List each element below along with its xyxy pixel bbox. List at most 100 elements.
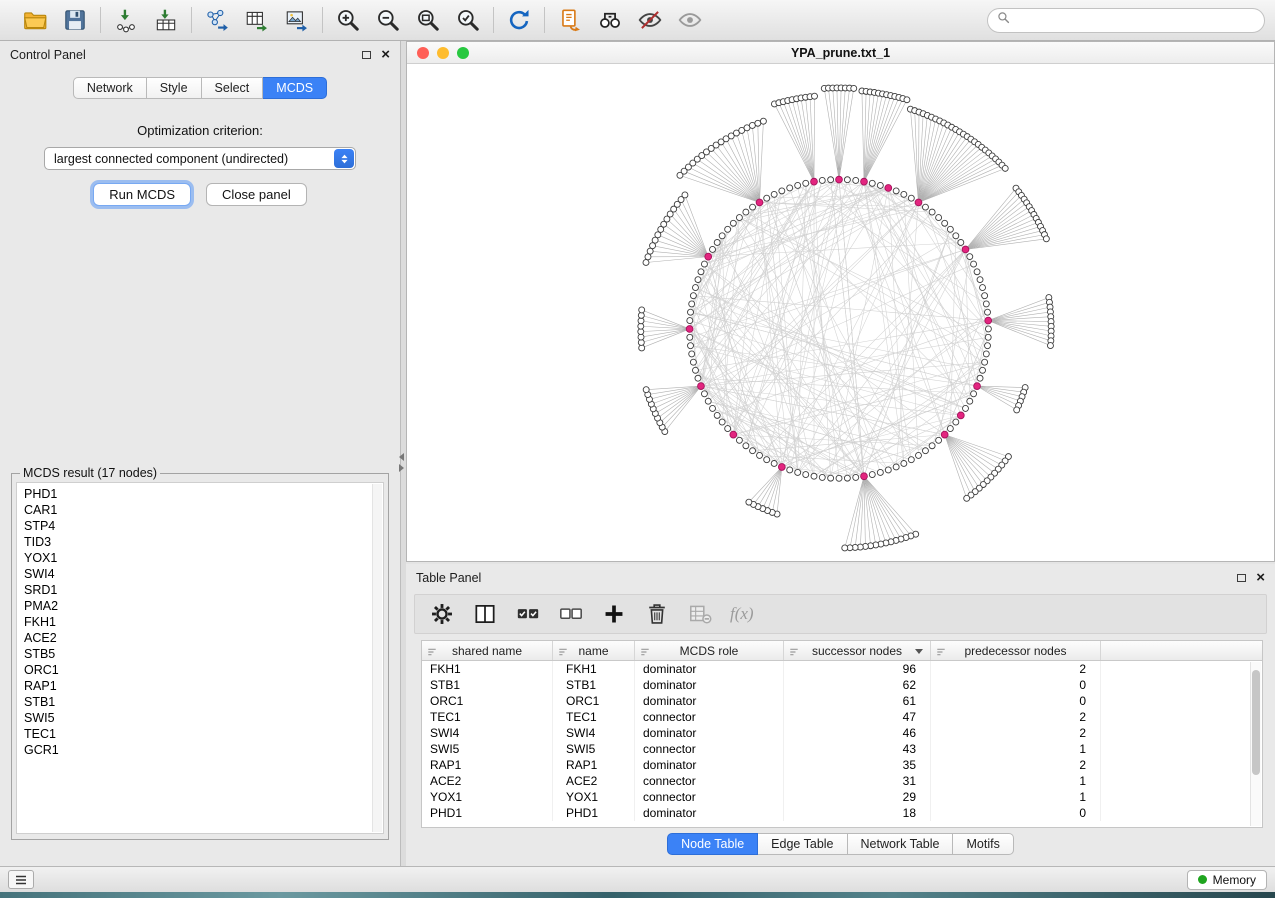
gear-icon[interactable] <box>429 601 455 627</box>
result-list-item[interactable]: YOX1 <box>17 550 383 566</box>
share-document-icon[interactable] <box>552 4 588 36</box>
refresh-icon[interactable] <box>501 4 537 36</box>
table-row[interactable]: SWI4SWI4dominator462 <box>422 725 1262 741</box>
result-list-item[interactable]: PHD1 <box>17 486 383 502</box>
table-cell: 1 <box>931 741 1101 757</box>
result-list-item[interactable]: TEC1 <box>17 726 383 742</box>
result-list-item[interactable]: ORC1 <box>17 662 383 678</box>
search-field[interactable] <box>987 8 1265 33</box>
result-list-item[interactable]: STB5 <box>17 646 383 662</box>
result-list-item[interactable]: SWI4 <box>17 566 383 582</box>
table-cell: dominator <box>635 757 784 773</box>
network-graph[interactable] <box>407 64 1274 561</box>
show-all-icon[interactable] <box>672 4 708 36</box>
result-list-scrollbar[interactable] <box>372 484 382 832</box>
column-header-successor-nodes[interactable]: successor nodes <box>784 641 931 660</box>
table-cell: 31 <box>784 773 931 789</box>
column-header-filler <box>1101 641 1262 660</box>
table-row[interactable]: STB1STB1dominator620 <box>422 677 1262 693</box>
open-session-icon[interactable] <box>17 4 53 36</box>
table-row[interactable]: RAP1RAP1dominator352 <box>422 757 1262 773</box>
column-header-predecessor-nodes[interactable]: predecessor nodes <box>931 641 1101 660</box>
export-image-icon[interactable] <box>279 4 315 36</box>
tab-motifs[interactable]: Motifs <box>953 833 1013 855</box>
status-bar: Memory <box>0 866 1275 892</box>
tab-node-table[interactable]: Node Table <box>667 833 758 855</box>
function-builder-button[interactable]: f(x) <box>730 604 754 624</box>
tab-network[interactable]: Network <box>73 77 147 99</box>
add-row-icon[interactable] <box>601 601 627 627</box>
first-neighbors-icon[interactable] <box>592 4 628 36</box>
result-list-item[interactable]: GCR1 <box>17 742 383 758</box>
table-scrollbar-thumb[interactable] <box>1252 670 1260 775</box>
column-header-mcds-role[interactable]: MCDS role <box>635 641 784 660</box>
close-table-panel-icon[interactable]: × <box>1256 573 1265 583</box>
splitter-collapse-arrows[interactable] <box>399 453 404 472</box>
table-row[interactable]: PHD1PHD1dominator180 <box>422 805 1262 821</box>
result-list-item[interactable]: SWI5 <box>17 710 383 726</box>
window-maximize-icon[interactable] <box>457 47 469 59</box>
export-network-icon[interactable] <box>199 4 235 36</box>
columns-icon[interactable] <box>472 601 498 627</box>
zoom-selected-icon[interactable] <box>450 4 486 36</box>
table-cell: STB1 <box>422 677 553 693</box>
panel-menu-button[interactable] <box>8 870 34 889</box>
table-cell: 0 <box>931 693 1101 709</box>
zoom-in-icon[interactable] <box>330 4 366 36</box>
tab-style[interactable]: Style <box>147 77 202 99</box>
table-row[interactable]: TEC1TEC1connector472 <box>422 709 1262 725</box>
table-cell: ACE2 <box>422 773 553 789</box>
mcds-result-list: PHD1CAR1STP4TID3YOX1SWI4SRD1PMA2FKH1ACE2… <box>16 482 384 834</box>
result-list-item[interactable]: CAR1 <box>17 502 383 518</box>
result-list-item[interactable]: RAP1 <box>17 678 383 694</box>
import-network-icon[interactable] <box>108 4 144 36</box>
network-window-titlebar[interactable]: YPA_prune.txt_1 <box>407 42 1274 64</box>
result-list-item[interactable]: TID3 <box>17 534 383 550</box>
zoom-fit-icon[interactable] <box>410 4 446 36</box>
close-panel-button[interactable]: Close panel <box>206 183 307 206</box>
result-list-item[interactable]: PMA2 <box>17 598 383 614</box>
column-header-shared-name[interactable]: shared name <box>422 641 553 660</box>
network-canvas[interactable] <box>407 64 1274 561</box>
result-list-item[interactable]: FKH1 <box>17 614 383 630</box>
table-row[interactable]: ORC1ORC1dominator610 <box>422 693 1262 709</box>
save-session-icon[interactable] <box>57 4 93 36</box>
run-mcds-button[interactable]: Run MCDS <box>93 183 191 206</box>
column-header-name[interactable]: name <box>553 641 635 660</box>
result-list-item[interactable]: ACE2 <box>17 630 383 646</box>
tab-network-table[interactable]: Network Table <box>848 833 954 855</box>
table-row[interactable]: FKH1FKH1dominator962 <box>422 661 1262 677</box>
table-cell: RAP1 <box>422 757 553 773</box>
toolbar-group <box>323 4 493 36</box>
result-list-item[interactable]: SRD1 <box>17 582 383 598</box>
table-cell: 18 <box>784 805 931 821</box>
tab-select[interactable]: Select <box>202 77 264 99</box>
tab-mcds[interactable]: MCDS <box>263 77 327 99</box>
table-cell: 35 <box>784 757 931 773</box>
table-row[interactable]: SWI5SWI5connector431 <box>422 741 1262 757</box>
result-list-item[interactable]: STB1 <box>17 694 383 710</box>
tab-edge-table[interactable]: Edge Table <box>758 833 847 855</box>
float-table-panel-icon[interactable] <box>1237 574 1246 582</box>
export-table-icon[interactable] <box>239 4 275 36</box>
table-cell: connector <box>635 773 784 789</box>
table-scrollbar[interactable] <box>1250 662 1261 826</box>
delete-row-icon[interactable] <box>644 601 670 627</box>
deselect-all-icon[interactable] <box>558 601 584 627</box>
close-panel-icon[interactable]: × <box>381 50 390 60</box>
zoom-out-icon[interactable] <box>370 4 406 36</box>
select-all-icon[interactable] <box>515 601 541 627</box>
column-options-icon <box>427 646 437 660</box>
hide-selected-icon[interactable] <box>632 4 668 36</box>
float-panel-icon[interactable] <box>362 51 371 59</box>
table-row[interactable]: ACE2ACE2connector311 <box>422 773 1262 789</box>
delete-column-icon[interactable] <box>687 601 713 627</box>
window-close-icon[interactable] <box>417 47 429 59</box>
result-list-item[interactable]: STP4 <box>17 518 383 534</box>
memory-button[interactable]: Memory <box>1187 870 1267 890</box>
window-minimize-icon[interactable] <box>437 47 449 59</box>
table-row[interactable]: YOX1YOX1connector291 <box>422 789 1262 805</box>
search-input[interactable] <box>1015 13 1255 27</box>
import-table-icon[interactable] <box>148 4 184 36</box>
optimization-dropdown[interactable]: largest connected component (undirected) <box>44 147 356 170</box>
